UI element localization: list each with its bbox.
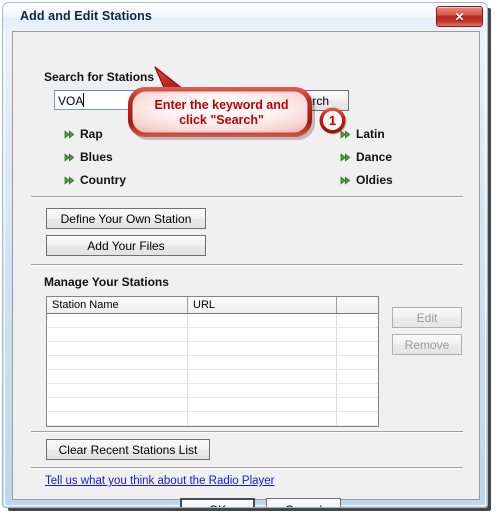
close-button[interactable]: ✕ — [436, 6, 483, 27]
green-arrow-icon — [340, 175, 351, 185]
genre-link-oldies[interactable]: Oldies — [340, 173, 393, 187]
clear-recent-stations-list-button[interactable]: Clear Recent Stations List — [46, 439, 210, 460]
column-header-url[interactable]: URL — [188, 297, 337, 313]
genre-link-country[interactable]: Country — [64, 173, 126, 187]
table-cell — [337, 412, 378, 425]
add-your-files-button[interactable]: Add Your Files — [46, 235, 206, 256]
separator-3 — [31, 431, 463, 433]
table-row[interactable] — [47, 314, 378, 328]
table-cell — [337, 384, 378, 397]
genre-label: Oldies — [356, 173, 393, 187]
step-badge-number: 1 — [328, 113, 337, 128]
table-cell — [47, 398, 188, 411]
table-cell — [188, 384, 337, 397]
table-cell — [47, 370, 188, 383]
remove-button[interactable]: Remove — [392, 334, 462, 355]
feedback-link[interactable]: Tell us what you think about the Radio P… — [45, 475, 275, 487]
green-arrow-icon — [64, 175, 75, 185]
table-cell — [47, 412, 188, 425]
column-header-station-name[interactable]: Station Name — [47, 297, 188, 313]
table-cell — [47, 342, 188, 355]
close-icon: ✕ — [454, 9, 465, 24]
table-row[interactable] — [47, 328, 378, 342]
callout-bubble — [128, 87, 315, 140]
separator-4 — [31, 467, 463, 469]
table-cell — [337, 370, 378, 383]
genre-label: Rap — [80, 127, 103, 141]
table-body — [47, 314, 378, 426]
define-your-own-station-button[interactable]: Define Your Own Station — [46, 208, 206, 229]
genre-label: Latin — [356, 127, 385, 141]
green-arrow-icon — [64, 152, 75, 162]
table-cell — [47, 314, 188, 327]
table-row[interactable] — [47, 370, 378, 384]
column-header-extra[interactable] — [337, 297, 378, 313]
table-cell — [337, 342, 378, 355]
text-caret — [83, 93, 84, 107]
genre-label: Blues — [80, 150, 113, 164]
table-cell — [188, 342, 337, 355]
table-cell — [188, 356, 337, 369]
manage-section-title: Manage Your Stations — [44, 275, 169, 289]
window-title: Add and Edit Stations — [20, 9, 152, 23]
table-row[interactable] — [47, 342, 378, 356]
table-cell — [47, 384, 188, 397]
genre-label: Dance — [356, 150, 393, 164]
table-cell — [337, 356, 378, 369]
table-row[interactable] — [47, 398, 378, 412]
table-cell — [188, 398, 337, 411]
ok-button[interactable]: OK — [180, 498, 255, 507]
table-cell — [188, 314, 337, 327]
table-cell — [337, 314, 378, 327]
separator-2 — [31, 264, 463, 266]
table-cell — [337, 328, 378, 341]
table-cell — [47, 328, 188, 341]
green-arrow-icon — [340, 152, 351, 162]
title-bar: Add and Edit Stations ✕ — [3, 3, 487, 31]
genre-label: Country — [80, 173, 126, 187]
dialog-window: Add and Edit Stations ✕ Search for Stati… — [2, 2, 488, 508]
table-cell — [337, 398, 378, 411]
table-row[interactable] — [47, 384, 378, 398]
table-cell — [47, 356, 188, 369]
search-section-title: Search for Stations — [44, 70, 155, 84]
green-arrow-icon — [64, 129, 75, 139]
genre-link-blues[interactable]: Blues — [64, 150, 113, 164]
genre-link-dance[interactable]: Dance — [340, 150, 392, 164]
table-header-row: Station Name URL — [47, 297, 378, 314]
genre-link-rap[interactable]: Rap — [64, 127, 103, 141]
table-row[interactable] — [47, 356, 378, 370]
edit-button[interactable]: Edit — [392, 307, 462, 328]
separator-1 — [31, 196, 463, 198]
cancel-button[interactable]: Cancel — [266, 498, 341, 507]
table-row[interactable] — [47, 412, 378, 426]
table-cell — [188, 328, 337, 341]
table-cell — [188, 412, 337, 425]
table-cell — [188, 370, 337, 383]
stations-table[interactable]: Station Name URL — [46, 296, 379, 427]
